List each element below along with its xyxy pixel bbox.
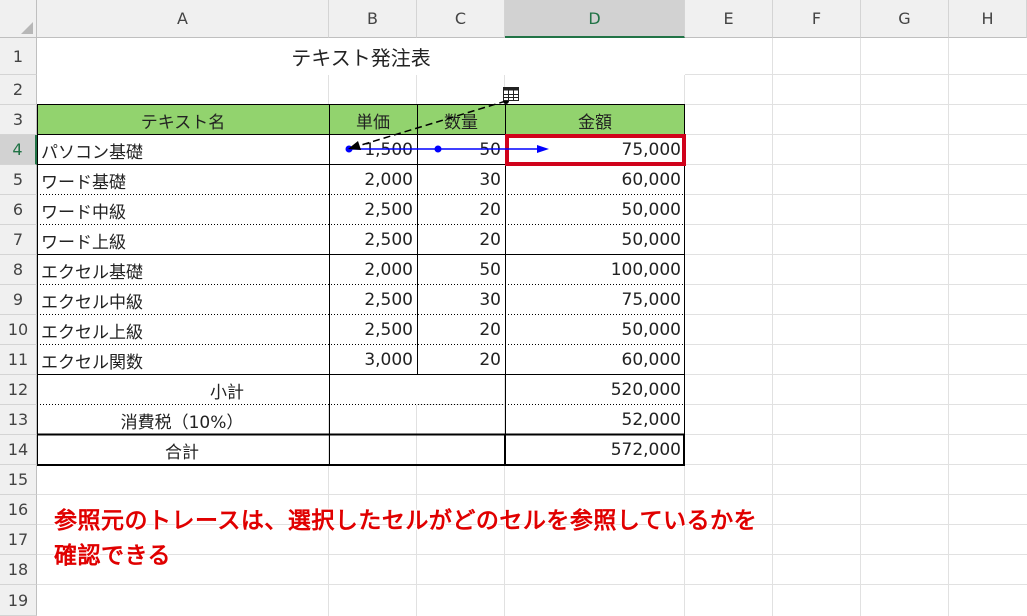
spreadsheet-grid[interactable]: A B C D E F G H 1 2 3 4 5 6 7 8 9 10 11 … <box>0 0 1027 616</box>
note-line-2: 確認できる <box>54 543 172 569</box>
worksheet-reference-icon <box>503 87 519 101</box>
note-line-1: 参照元のトレースは、選択したセルがどのセルを参照しているかを <box>54 508 758 534</box>
